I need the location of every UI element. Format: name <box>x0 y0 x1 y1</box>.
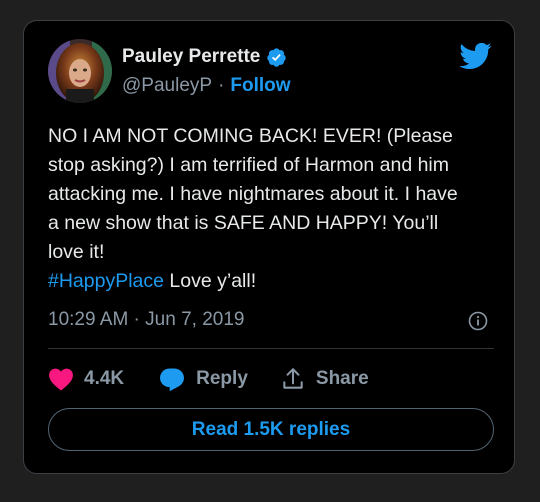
verified-badge-icon <box>267 47 287 67</box>
tweet-line-4: a new show that is SAFE AND HAPPY! You’l… <box>48 212 439 234</box>
tweet-line-3: attacking me. I have nightmares about it… <box>48 183 458 205</box>
heart-icon <box>49 368 73 391</box>
handle-row: @PauleyP · Follow <box>122 75 291 97</box>
handle-separator: · <box>218 75 225 96</box>
share-upload-icon <box>283 368 303 389</box>
read-replies-button[interactable]: Read 1.5K replies <box>48 408 494 451</box>
reply-label: Reply <box>196 368 248 389</box>
tweet-closing-text: Love y’all! <box>164 270 257 292</box>
twitter-bird-icon[interactable] <box>458 41 492 71</box>
tweet-line-5: love it! <box>48 241 105 263</box>
share-button[interactable]: Share <box>280 366 369 392</box>
author-name[interactable]: Pauley Perrette <box>122 46 260 68</box>
like-button[interactable]: 4.4K <box>48 367 124 391</box>
hashtag-link[interactable]: #HappyPlace <box>48 270 164 292</box>
share-label: Share <box>315 368 369 389</box>
divider <box>48 348 494 349</box>
read-replies-label: Read 1.5K replies <box>191 418 351 440</box>
tweet-timestamp[interactable]: 10:29 AM · Jun 7, 2019 <box>48 309 244 331</box>
info-icon[interactable] <box>468 311 488 331</box>
tweet-text: NO I AM NOT COMING BACK! EVER! (Please s… <box>48 122 488 296</box>
tweet-card: Pauley Perrette @PauleyP · Follow NO I A… <box>23 20 515 474</box>
like-count: 4.4K <box>84 368 125 389</box>
speech-bubble-icon <box>160 368 185 392</box>
tweet-line-1: NO I AM NOT COMING BACK! EVER! (Please <box>48 125 453 147</box>
avatar-image <box>48 39 112 103</box>
author-handle[interactable]: @PauleyP <box>122 75 212 97</box>
reply-button[interactable]: Reply <box>158 366 248 392</box>
author-name-row: Pauley Perrette <box>122 46 287 68</box>
action-bar: 4.4K Reply Share <box>48 361 369 397</box>
follow-button[interactable]: Follow <box>230 75 290 97</box>
tweet-line-2: stop asking?) I am terrified of Harmon a… <box>48 154 450 176</box>
tweet-line-6: #HappyPlace Love y’all! <box>48 267 488 296</box>
avatar[interactable] <box>48 39 112 103</box>
